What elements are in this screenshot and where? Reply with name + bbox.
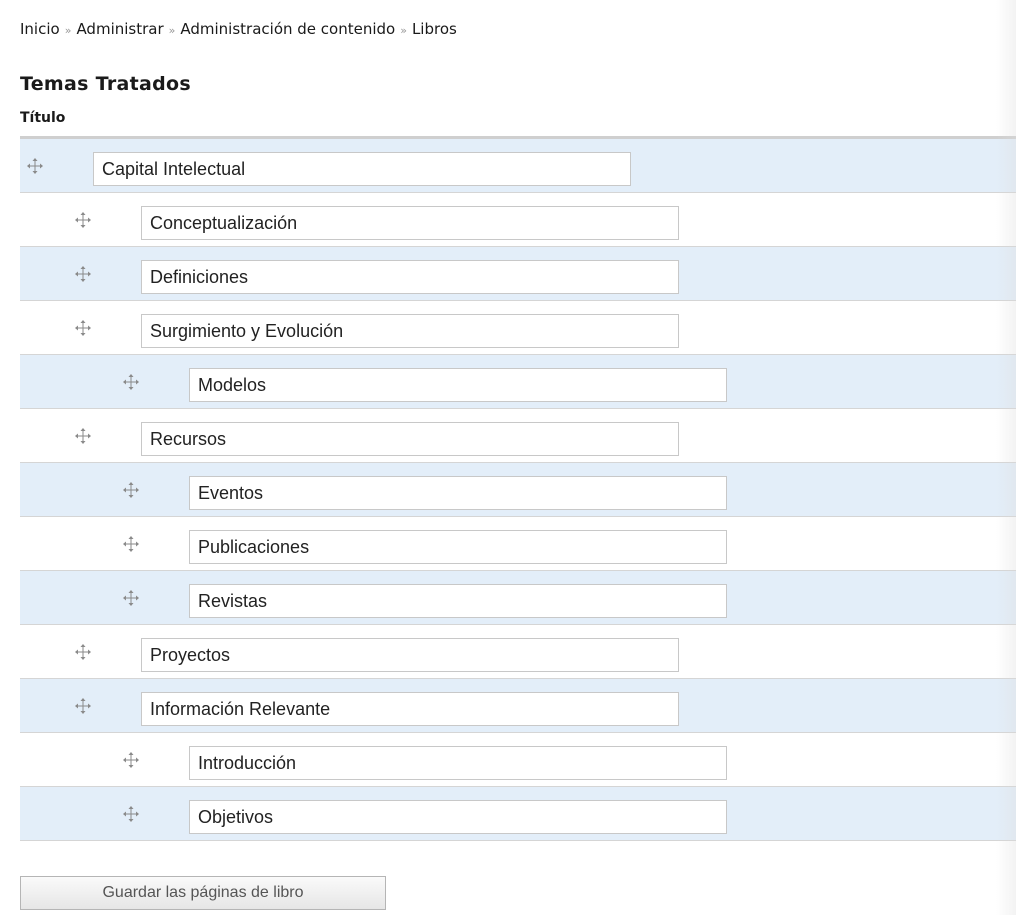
outline-row xyxy=(20,787,1016,841)
page-title-input[interactable] xyxy=(189,746,727,780)
page-title-input[interactable] xyxy=(141,422,679,456)
outline-row xyxy=(20,571,1016,625)
drag-handle-icon[interactable] xyxy=(75,698,91,714)
page-title-input[interactable] xyxy=(141,206,679,240)
page-title-input[interactable] xyxy=(141,314,679,348)
outline-row xyxy=(20,463,1016,517)
breadcrumb-link-administracion-contenido[interactable]: Administración de contenido xyxy=(180,20,395,38)
drag-handle-icon[interactable] xyxy=(123,374,139,390)
outline-row xyxy=(20,517,1016,571)
column-header-titulo: Título xyxy=(20,110,66,126)
breadcrumb: Inicio » Administrar » Administración de con… xyxy=(20,20,457,38)
outline-row xyxy=(20,409,1016,463)
breadcrumb-separator: » xyxy=(400,24,407,37)
drag-handle-icon[interactable] xyxy=(75,266,91,282)
drag-handle-icon[interactable] xyxy=(123,590,139,606)
outline-row xyxy=(20,355,1016,409)
outline-row xyxy=(20,247,1016,301)
page-title-input[interactable] xyxy=(189,530,727,564)
page-title-input[interactable] xyxy=(141,638,679,672)
page-title-input[interactable] xyxy=(141,692,679,726)
outline-row xyxy=(20,679,1016,733)
drag-handle-icon[interactable] xyxy=(75,428,91,444)
save-book-pages-button[interactable]: Guardar las páginas de libro xyxy=(20,876,386,910)
breadcrumb-link-administrar[interactable]: Administrar xyxy=(76,20,163,38)
book-outline-table xyxy=(20,136,1016,841)
outline-row xyxy=(20,301,1016,355)
breadcrumb-link-libros[interactable]: Libros xyxy=(412,20,457,38)
page-title-input[interactable] xyxy=(189,368,727,402)
drag-handle-icon[interactable] xyxy=(123,806,139,822)
page-title-input[interactable] xyxy=(141,260,679,294)
page-title: Temas Tratados xyxy=(20,73,191,95)
outline-row xyxy=(20,139,1016,193)
breadcrumb-link-inicio[interactable]: Inicio xyxy=(20,20,60,38)
page: Inicio » Administrar » Administración de con… xyxy=(0,0,1016,915)
page-title-input[interactable] xyxy=(189,800,727,834)
drag-handle-icon[interactable] xyxy=(75,320,91,336)
drag-handle-icon[interactable] xyxy=(75,212,91,228)
page-title-input[interactable] xyxy=(189,476,727,510)
breadcrumb-separator: » xyxy=(168,24,176,37)
drag-handle-icon[interactable] xyxy=(123,536,139,552)
outline-row xyxy=(20,193,1016,247)
drag-handle-icon[interactable] xyxy=(27,158,43,174)
page-title-input[interactable] xyxy=(93,152,631,186)
drag-handle-icon[interactable] xyxy=(123,482,139,498)
drag-handle-icon[interactable] xyxy=(75,644,91,660)
outline-row xyxy=(20,733,1016,787)
outline-row xyxy=(20,625,1016,679)
drag-handle-icon[interactable] xyxy=(123,752,139,768)
breadcrumb-separator: » xyxy=(64,24,72,37)
page-title-input[interactable] xyxy=(189,584,727,618)
